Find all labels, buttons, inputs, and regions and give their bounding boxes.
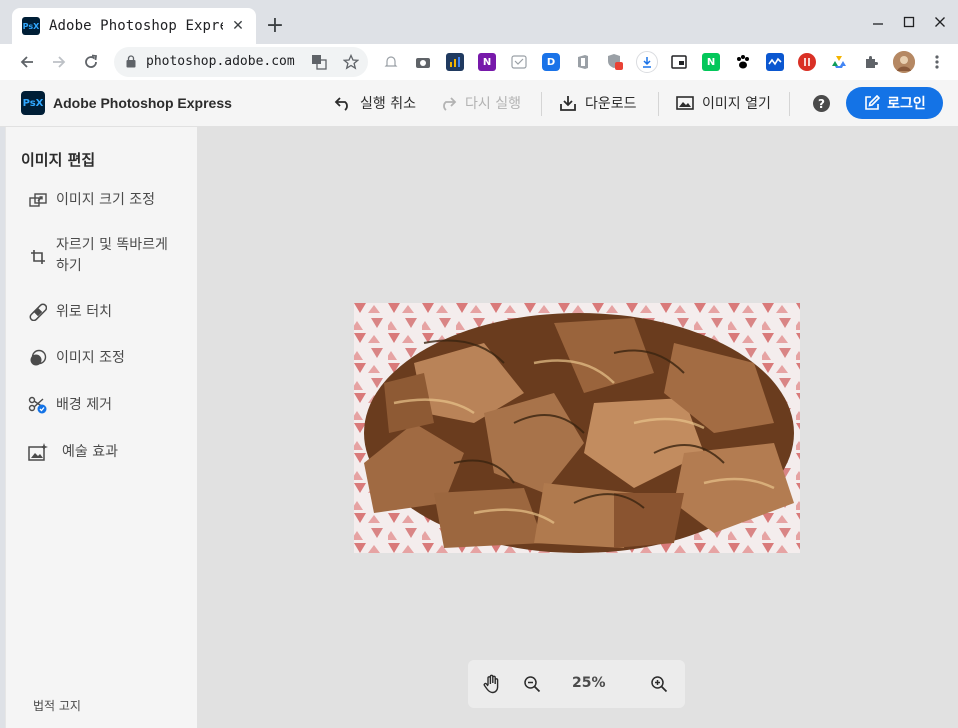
red-extension-icon[interactable] [798, 53, 816, 71]
bookmark-star-icon[interactable] [342, 53, 360, 71]
browser-toolbar: photoshop.adobe.com N D N [0, 44, 958, 80]
resize-icon [28, 190, 48, 210]
undo-label: 실행 취소 [360, 96, 416, 112]
naver-extension-icon[interactable]: N [702, 53, 720, 71]
header-divider [789, 92, 790, 116]
tool-crop[interactable]: 자르기 및 똑바르게 하기 [28, 235, 172, 277]
reload-button[interactable] [79, 50, 103, 74]
onenote-extension-icon[interactable]: N [478, 53, 496, 71]
tool-touch-up[interactable]: 위로 터치 [28, 302, 172, 323]
tool-artistic-effects[interactable]: 예술 효과 [28, 442, 178, 463]
wave-extension-icon[interactable] [766, 53, 784, 71]
bell-icon[interactable] [382, 53, 400, 71]
zoom-toolbar: 25% [468, 660, 685, 708]
back-button[interactable] [15, 50, 39, 74]
chart-extension-icon[interactable] [446, 53, 464, 71]
header-divider [658, 92, 659, 116]
browser-tab[interactable]: PsX Adobe Photoshop Express ✕ [12, 8, 256, 44]
close-tab-icon[interactable]: ✕ [230, 18, 246, 34]
address-bar[interactable]: photoshop.adobe.com [114, 47, 368, 77]
download-icon [558, 93, 578, 113]
app-header: PsX Adobe Photoshop Express 실행 취소 다시 실행 … [0, 80, 958, 127]
food-photo-image [354, 303, 800, 553]
url-text: photoshop.adobe.com [146, 54, 295, 69]
zoom-out-icon[interactable] [521, 673, 543, 695]
tool-label: 자르기 및 똑바르게 하기 [56, 237, 168, 274]
undo-button[interactable]: 실행 취소 [333, 92, 416, 114]
chrome-menu-icon[interactable] [925, 50, 949, 74]
maximize-window-button[interactable] [899, 12, 919, 32]
browser-tabstrip: PsX Adobe Photoshop Express ✕ + [0, 0, 958, 44]
canvas-area[interactable]: 25% [197, 127, 958, 728]
app-name: Adobe Photoshop Express [53, 95, 232, 111]
minimize-window-button[interactable] [868, 12, 888, 32]
profile-avatar[interactable] [893, 51, 915, 73]
zoom-level[interactable]: 25% [572, 675, 606, 691]
edited-photo[interactable] [354, 303, 800, 553]
undo-icon [333, 93, 353, 113]
adjust-icon [28, 348, 48, 368]
login-label: 로그인 [887, 96, 926, 112]
help-icon[interactable]: ? [813, 95, 830, 112]
puzzle-icon[interactable] [862, 53, 880, 71]
pip-extension-icon[interactable] [670, 53, 688, 71]
open-image-label: 이미지 열기 [702, 96, 771, 112]
redo-icon [438, 93, 458, 113]
photoshop-express-logo: PsX [21, 91, 45, 115]
panel-title: 이미지 편집 [21, 151, 96, 169]
scissors-icon [28, 395, 48, 415]
crop-icon [28, 247, 48, 267]
close-window-button[interactable] [930, 12, 950, 32]
redo-button[interactable]: 다시 실행 [438, 92, 521, 114]
bandage-icon [28, 302, 48, 322]
paw-extension-icon[interactable] [734, 53, 752, 71]
tab-title: Adobe Photoshop Express [49, 18, 223, 34]
new-tab-button[interactable]: + [262, 14, 288, 40]
login-button[interactable]: 로그인 [846, 87, 943, 119]
magic-image-icon [28, 442, 48, 462]
open-image-button[interactable]: 이미지 열기 [675, 92, 771, 114]
translate-icon[interactable] [310, 53, 328, 71]
image-icon [675, 93, 695, 113]
tool-label: 이미지 크기 조정 [56, 192, 156, 208]
download-extension-icon[interactable] [636, 51, 658, 73]
photoshop-favicon-icon: PsX [22, 17, 40, 35]
office-extension-icon[interactable] [574, 53, 592, 71]
forward-button[interactable] [47, 50, 71, 74]
lock-icon [126, 55, 136, 68]
hand-tool-icon[interactable] [481, 673, 503, 695]
d-extension-icon[interactable]: D [542, 53, 560, 71]
google-drive-icon[interactable] [830, 53, 848, 71]
edit-icon [863, 94, 881, 112]
tool-adjust[interactable]: 이미지 조정 [28, 348, 172, 369]
tool-resize[interactable]: 이미지 크기 조정 [28, 190, 172, 211]
redo-label: 다시 실행 [465, 96, 521, 112]
camera-icon[interactable] [414, 53, 432, 71]
tool-label: 위로 터치 [56, 304, 112, 320]
legal-notice-link[interactable]: 법적 고지 [33, 697, 81, 714]
tool-label: 예술 효과 [62, 444, 118, 460]
download-button[interactable]: 다운로드 [558, 92, 637, 114]
edit-panel: 이미지 편집 이미지 크기 조정 자르기 및 똑바르게 하기 위로 터치 이미지… [5, 127, 197, 728]
tool-label: 이미지 조정 [56, 350, 125, 366]
zoom-in-icon[interactable] [648, 673, 670, 695]
header-divider [541, 92, 542, 116]
shield-extension-icon[interactable] [606, 53, 624, 71]
tool-label: 배경 제거 [56, 397, 112, 413]
clipboard-extension-icon[interactable] [510, 53, 528, 71]
download-label: 다운로드 [585, 96, 637, 112]
tool-remove-background[interactable]: 배경 제거 [28, 395, 172, 416]
